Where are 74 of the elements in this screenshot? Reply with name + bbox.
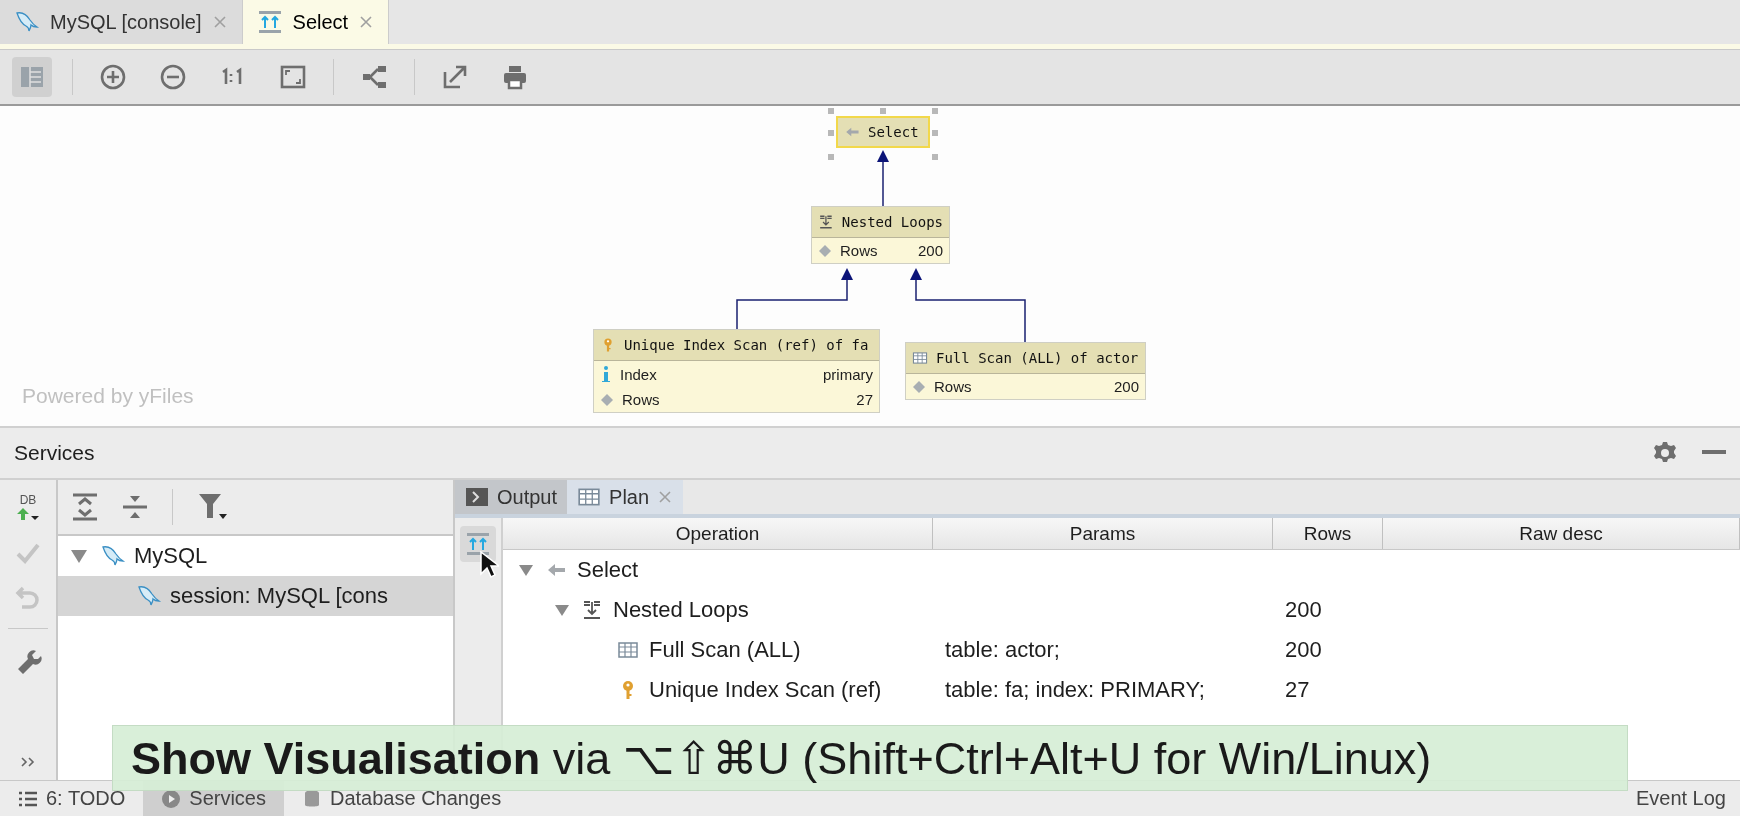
result-tab[interactable]: Plan: [567, 480, 684, 514]
selection-handle[interactable]: [880, 108, 886, 114]
params-cell: table: actor;: [945, 637, 1060, 662]
panel-title: Services: [14, 441, 96, 465]
edge-arrow: [877, 150, 889, 207]
table-icon: [912, 350, 928, 366]
console-icon: [465, 486, 489, 508]
zoom-out-icon: [158, 62, 188, 92]
tree-item[interactable]: MySQL: [134, 543, 208, 569]
close-icon[interactable]: [657, 489, 674, 505]
selection-handle[interactable]: [828, 154, 834, 160]
operation-cell: Unique Index Scan (ref): [649, 677, 882, 703]
expand-triangle-icon[interactable]: [554, 603, 570, 617]
selection-handle[interactable]: [932, 130, 938, 136]
node-title: Nested Loops: [841, 214, 943, 230]
mouse-cursor-icon: [479, 550, 499, 580]
property-value: 27: [856, 391, 873, 408]
expand-all-icon[interactable]: [72, 493, 98, 521]
diamond-icon: [912, 379, 926, 394]
database-icon: [302, 788, 322, 809]
list-icon: [18, 789, 38, 808]
property-label: Rows: [840, 242, 878, 259]
result-tab[interactable]: Output: [455, 480, 568, 514]
selection-handle[interactable]: [828, 130, 834, 136]
property-value: 200: [1113, 378, 1139, 395]
property-label: Rows: [934, 378, 972, 395]
merge-down-icon: [581, 599, 603, 621]
node-title: Unique Index Scan (ref) of fa: [624, 337, 869, 353]
property-value: 200: [917, 242, 943, 259]
column-header[interactable]: Rows: [1273, 518, 1383, 549]
node-title: Full Scan (ALL) of actor: [936, 350, 1139, 366]
info-icon: [600, 365, 612, 383]
rows-cell: 200: [1285, 637, 1322, 662]
plan-node[interactable]: Unique Index Scan (ref) of fa Index primary Rows 27: [593, 329, 880, 413]
rows-cell: 27: [1285, 677, 1310, 702]
property-label: Rows: [622, 391, 660, 408]
plan-arrows-icon: [256, 9, 283, 35]
selection-handle[interactable]: [932, 108, 938, 114]
watermark-text: Powered by yFiles: [22, 384, 194, 408]
minimize-icon[interactable]: [1702, 450, 1726, 456]
expand-triangle-icon[interactable]: [70, 548, 88, 564]
show-visualisation-button[interactable]: [460, 526, 496, 562]
zoom-in-icon: [98, 62, 128, 92]
chevrons-icon[interactable]: [20, 756, 36, 768]
editor-tab[interactable]: Select: [242, 0, 390, 44]
operation-cell: Nested Loops: [613, 597, 749, 623]
operation-cell: Select: [577, 557, 639, 583]
column-header[interactable]: Operation: [503, 518, 933, 549]
diamond-icon: [600, 392, 614, 407]
diamond-icon: [818, 243, 832, 258]
plan-node[interactable]: Select: [836, 116, 930, 148]
operation-cell: Full Scan (ALL): [649, 637, 801, 663]
collapse-all-icon[interactable]: [122, 493, 148, 521]
plan-arrows-icon: [465, 531, 491, 557]
merge-down-icon: [818, 214, 834, 230]
event-log-link[interactable]: Event Log: [1635, 787, 1726, 810]
selection-handle[interactable]: [828, 108, 834, 114]
property-label: Index: [620, 365, 657, 383]
params-cell: table: fa; index: PRIMARY;: [945, 677, 1205, 702]
node-title: Select: [868, 124, 919, 140]
expand-triangle-icon[interactable]: [518, 563, 534, 577]
property-value: primary: [823, 365, 873, 383]
shortcut-toast: Show Visualisation via ⌥⇧⌘U (Shift+Ctrl+Alt+U for Win/Linux): [112, 725, 1628, 791]
plan-node[interactable]: Nested Loops Rows 200: [811, 206, 950, 264]
table-icon: [617, 639, 639, 661]
close-icon[interactable]: [358, 14, 375, 30]
selection-handle[interactable]: [932, 154, 938, 160]
editor-tab[interactable]: MySQL [console]: [0, 0, 243, 44]
play-icon: [161, 788, 182, 809]
plan-node[interactable]: Full Scan (ALL) of actor Rows 200: [905, 342, 1146, 400]
close-icon[interactable]: [211, 14, 228, 30]
rows-cell: 200: [1285, 597, 1322, 622]
column-header[interactable]: Raw desc: [1383, 518, 1740, 549]
column-header[interactable]: Params: [933, 518, 1273, 549]
